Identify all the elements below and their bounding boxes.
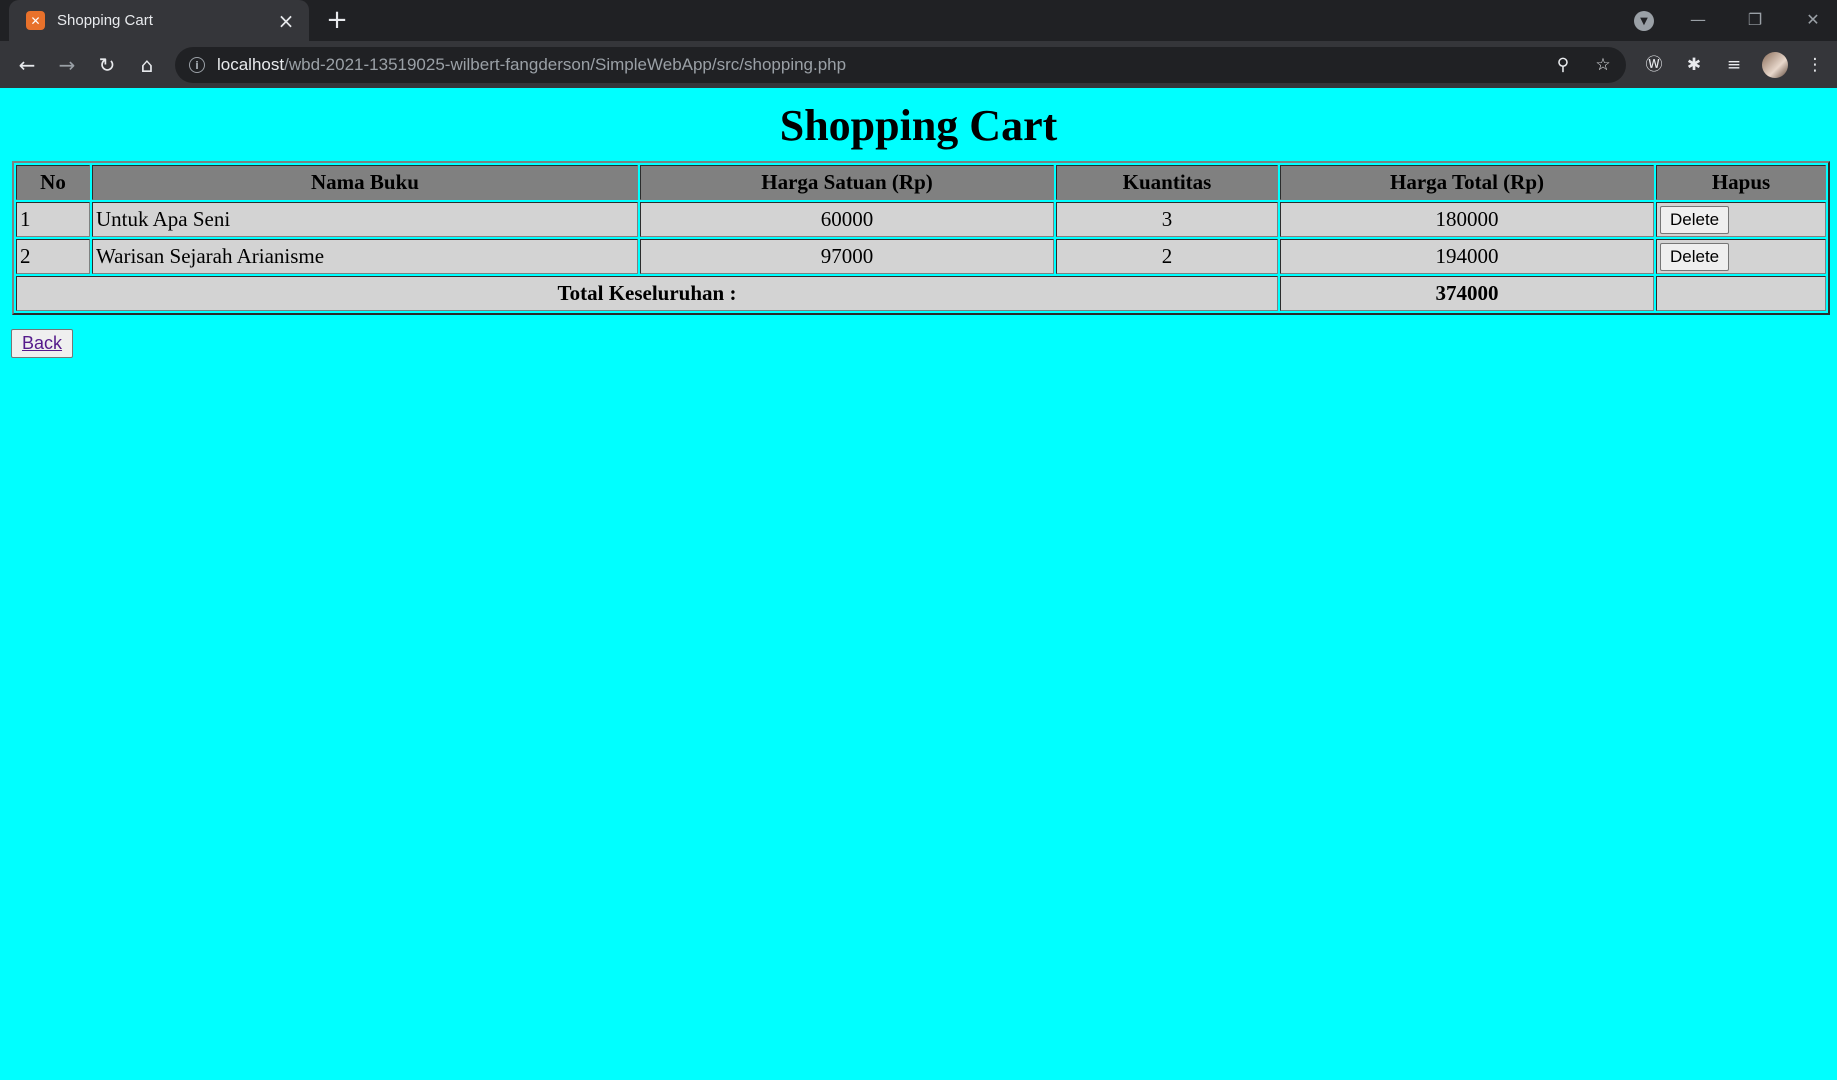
close-icon[interactable]: × xyxy=(275,9,297,33)
home-icon[interactable]: ⌂ xyxy=(132,50,162,80)
row-unit-price: 97000 xyxy=(640,239,1054,274)
row-book-name: Warisan Sejarah Arianisme xyxy=(92,239,638,274)
tab-title: Shopping Cart xyxy=(57,12,153,29)
extension-w-icon[interactable]: Ⓦ xyxy=(1641,52,1667,78)
header-total-price: Harga Total (Rp) xyxy=(1280,165,1654,200)
bookmark-star-icon[interactable]: ☆ xyxy=(1591,53,1615,77)
row-book-name: Untuk Apa Seni xyxy=(92,202,638,237)
tab-strip: ✕ Shopping Cart × + ▼ — ❐ ✕ xyxy=(0,0,1837,41)
total-row: Total Keseluruhan : 374000 xyxy=(16,276,1826,311)
header-book-name: Nama Buku xyxy=(92,165,638,200)
cart-table: No Nama Buku Harga Satuan (Rp) Kuantitas… xyxy=(12,161,1830,315)
delete-button[interactable]: Delete xyxy=(1660,242,1730,271)
back-arrow-icon[interactable]: ← xyxy=(12,50,42,80)
grand-total-value: 374000 xyxy=(1280,276,1654,311)
table-row: 1 Untuk Apa Seni 60000 3 180000 Delete xyxy=(16,202,1826,237)
media-control-icon[interactable]: ≡ xyxy=(1721,52,1747,78)
row-delete-cell: Delete xyxy=(1656,202,1826,237)
header-quantity: Kuantitas xyxy=(1056,165,1278,200)
header-delete: Hapus xyxy=(1656,165,1826,200)
reload-icon[interactable]: ↻ xyxy=(92,50,122,80)
address-bar[interactable]: i localhost/wbd-2021-13519025-wilbert-fa… xyxy=(175,47,1626,83)
header-unit-price: Harga Satuan (Rp) xyxy=(640,165,1054,200)
avatar[interactable] xyxy=(1762,52,1788,78)
browser-chrome: ✕ Shopping Cart × + ▼ — ❐ ✕ ← → ↻ ⌂ i lo… xyxy=(0,0,1837,88)
table-row: 2 Warisan Sejarah Arianisme 97000 2 1940… xyxy=(16,239,1826,274)
back-button[interactable]: Back xyxy=(11,329,74,358)
close-window-button[interactable]: ✕ xyxy=(1793,6,1833,34)
extensions-puzzle-icon[interactable]: ✱ xyxy=(1681,52,1707,78)
xampp-icon: ✕ xyxy=(26,11,45,30)
row-total-price: 180000 xyxy=(1280,202,1654,237)
table-header-row: No Nama Buku Harga Satuan (Rp) Kuantitas… xyxy=(16,165,1826,200)
row-no: 2 xyxy=(16,239,90,274)
grand-total-label: Total Keseluruhan : xyxy=(16,276,1278,311)
back-link[interactable]: Back xyxy=(22,333,62,353)
delete-button[interactable]: Delete xyxy=(1660,205,1730,234)
new-tab-button[interactable]: + xyxy=(324,7,350,34)
row-quantity: 2 xyxy=(1056,239,1278,274)
row-quantity: 3 xyxy=(1056,202,1278,237)
page-title: Shopping Cart xyxy=(779,101,1058,150)
info-icon[interactable]: i xyxy=(189,57,205,73)
forward-arrow-icon[interactable]: → xyxy=(52,50,82,80)
restore-button[interactable]: ❐ xyxy=(1735,6,1775,34)
row-total-price: 194000 xyxy=(1280,239,1654,274)
minimize-button[interactable]: — xyxy=(1678,6,1718,34)
menu-kebab-icon[interactable]: ⋮ xyxy=(1802,52,1828,78)
header-no: No xyxy=(16,165,90,200)
row-unit-price: 60000 xyxy=(640,202,1054,237)
browser-toolbar: ← → ↻ ⌂ i localhost/wbd-2021-13519025-wi… xyxy=(0,41,1837,88)
tab-search-icon[interactable]: ▼ xyxy=(1634,11,1654,31)
browser-tab[interactable]: ✕ Shopping Cart × xyxy=(9,0,309,41)
url-text: localhost/wbd-2021-13519025-wilbert-fang… xyxy=(217,55,847,74)
zoom-icon[interactable]: ⚲ xyxy=(1551,53,1575,77)
row-delete-cell: Delete xyxy=(1656,239,1826,274)
empty-cell xyxy=(1656,276,1826,311)
row-no: 1 xyxy=(16,202,90,237)
